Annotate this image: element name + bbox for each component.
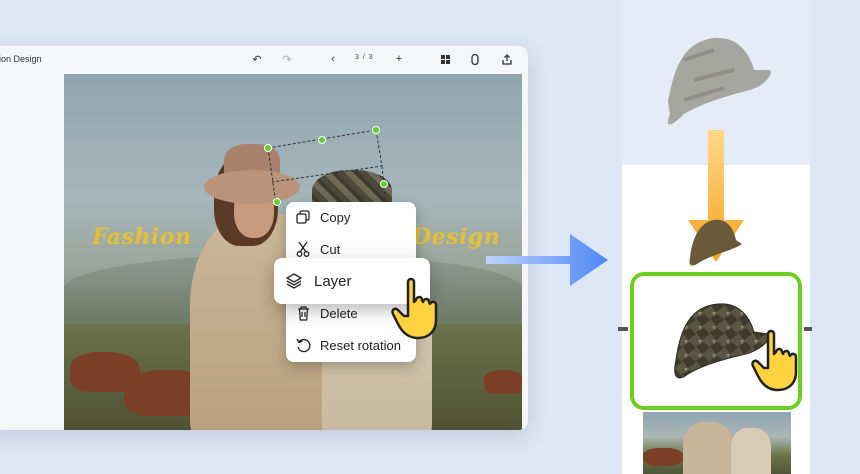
share-icon[interactable]: [498, 50, 516, 68]
model-thumbnail: [731, 428, 771, 474]
menu-item-label: Cut: [320, 241, 341, 257]
bucket-hat-small: [689, 219, 742, 266]
selection-handle[interactable]: [273, 198, 281, 206]
divider-line: [618, 327, 628, 331]
cow-shape: [643, 448, 683, 466]
menu-item-label: Layer: [314, 272, 352, 290]
plus-icon[interactable]: +: [390, 50, 408, 68]
editor-window: hion Design ↶ ↷ ‹ 3 / 3 + Fashion Design: [0, 46, 528, 430]
rotate-icon: [286, 338, 320, 353]
redo-icon[interactable]: ↷: [278, 50, 296, 68]
scissors-icon: [286, 241, 320, 257]
undo-icon[interactable]: ↶: [248, 50, 266, 68]
menu-item-label: Delete: [320, 305, 358, 321]
layers-icon: [274, 272, 314, 290]
page-thumbnail[interactable]: [643, 412, 791, 474]
hand-pointer-icon: [751, 329, 798, 392]
model-thumbnail: [683, 422, 733, 474]
copy-icon: [286, 210, 320, 224]
editor-toolbar: hion Design ↶ ↷ ‹ 3 / 3 +: [0, 46, 528, 72]
menu-item-copy[interactable]: Copy: [286, 202, 416, 232]
page-indicator: 3 / 3: [355, 54, 374, 61]
menu-item-label: Copy: [320, 209, 351, 225]
document-title: hion Design: [0, 54, 42, 64]
paperclip-icon[interactable]: [466, 50, 484, 68]
bucket-hat-ghost: [667, 37, 771, 125]
selection-handle[interactable]: [380, 180, 388, 188]
chevron-left-icon[interactable]: ‹: [324, 50, 342, 68]
selection-handle[interactable]: [372, 126, 380, 134]
selection-handle[interactable]: [318, 136, 326, 144]
selection-handle[interactable]: [264, 144, 272, 152]
menu-item-label: Reset rotation: [320, 337, 401, 353]
trash-icon: [286, 305, 320, 321]
grid-icon[interactable]: [436, 50, 454, 68]
hand-pointer-icon: [391, 277, 438, 340]
arrow-right-icon: [486, 234, 608, 286]
